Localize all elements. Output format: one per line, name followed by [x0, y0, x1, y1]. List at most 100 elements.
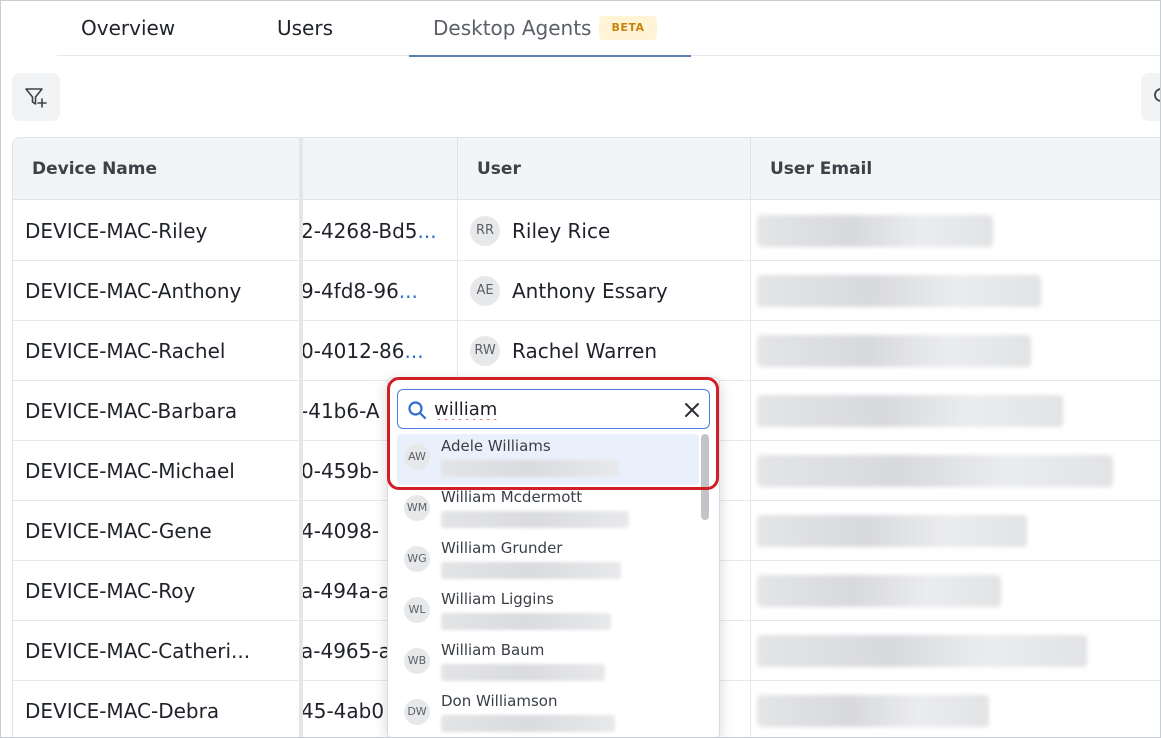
filter-add-icon: [25, 88, 47, 108]
device-name-cell: DEVICE-MAC-Riley: [25, 219, 208, 243]
table-header: Device Name User User Email: [13, 138, 1160, 200]
user-name: Riley Rice: [512, 219, 611, 243]
avatar: RW: [470, 336, 500, 366]
column-header-device-id[interactable]: [301, 138, 457, 200]
user-option-name: William Grunder: [441, 539, 563, 557]
user-option[interactable]: WL William Liggins: [397, 587, 699, 638]
device-id-text: 0-459b-: [301, 459, 380, 483]
table-row[interactable]: DEVICE-MAC-Anthony 9-4fd8-96... AE Anthon…: [13, 261, 1160, 321]
device-name-cell: DEVICE-MAC-Anthony: [25, 279, 242, 303]
device-id-more-link[interactable]: ...: [417, 219, 436, 243]
avatar: RR: [470, 216, 500, 246]
tab-users[interactable]: Users: [277, 1, 333, 56]
tab-label: Desktop Agents: [433, 16, 592, 40]
redacted-email: [441, 511, 629, 528]
avatar: WG: [404, 546, 430, 572]
redacted-email: [757, 455, 1113, 487]
user-email-cell: [750, 441, 1160, 501]
user-cell: RR Riley Rice: [457, 201, 750, 261]
user-option-name: William Liggins: [441, 590, 554, 608]
avatar: WM: [404, 495, 430, 521]
device-id-text: 0-4012-86: [301, 339, 405, 363]
user-option[interactable]: AW Adele Williams: [397, 434, 699, 485]
avatar: DW: [404, 699, 430, 725]
avatar: AE: [470, 276, 500, 306]
user-option[interactable]: WM William Mcdermott: [397, 485, 699, 536]
tab-desktop-agents[interactable]: Desktop Agents BETA: [409, 1, 691, 57]
redacted-email: [757, 395, 1063, 427]
user-option-name: Adele Williams: [441, 437, 551, 455]
device-id-text: a-494a-a: [301, 579, 391, 603]
device-id-cell: 9-4fd8-96...: [301, 261, 445, 321]
user-picker-dropdown: AW Adele Williams WM William Mcdermott W…: [387, 377, 720, 737]
dropdown-scrollbar[interactable]: [700, 434, 710, 734]
column-header-device-name[interactable]: Device Name: [13, 138, 301, 200]
sticky-column-divider: [299, 138, 303, 737]
user-search-box: [397, 389, 710, 429]
redacted-email: [757, 695, 989, 727]
user-email-cell: [750, 381, 1160, 441]
device-id-text: 9-4fd8-96: [301, 279, 399, 303]
redacted-email: [441, 664, 605, 681]
search-icon: [408, 401, 427, 420]
user-email-cell: [750, 321, 1160, 381]
tab-label: Overview: [81, 16, 176, 40]
device-id-cell: 0-4012-86...: [301, 321, 445, 381]
device-id-text: 45-4ab0: [301, 699, 385, 723]
table-row[interactable]: DEVICE-MAC-Rachel 0-4012-86... RW Rachel …: [13, 321, 1160, 381]
close-icon[interactable]: [682, 400, 702, 420]
user-email-cell: [750, 561, 1160, 621]
search-icon: [1154, 88, 1160, 102]
avatar: WL: [404, 597, 430, 623]
tab-label: Users: [277, 16, 334, 40]
device-id-cell: 2-4268-Bd5...: [301, 201, 445, 261]
device-id-more-link[interactable]: ...: [399, 279, 418, 303]
redacted-email: [441, 562, 621, 579]
user-search-input[interactable]: [434, 394, 674, 424]
user-name: Rachel Warren: [512, 339, 657, 363]
user-name: Anthony Essary: [512, 279, 668, 303]
redacted-email: [757, 575, 1001, 607]
redacted-email: [757, 335, 1031, 367]
redacted-email: [757, 275, 1041, 307]
device-id-text: 4-4098-: [301, 519, 380, 543]
search-toggle-button[interactable]: [1141, 73, 1160, 121]
tab-bar: Overview Users Desktop Agents BETA: [57, 1, 1160, 57]
device-id-text: 2-4268-Bd5: [301, 219, 418, 243]
beta-badge: BETA: [599, 15, 657, 40]
user-cell: AE Anthony Essary: [457, 261, 750, 321]
table-row[interactable]: DEVICE-MAC-Riley 2-4268-Bd5... RR Riley R…: [13, 201, 1160, 261]
device-id-more-link[interactable]: ...: [405, 339, 424, 363]
user-option[interactable]: DW Don Williamson: [397, 689, 699, 737]
scrollbar-thumb[interactable]: [701, 434, 709, 520]
redacted-email: [757, 635, 1087, 667]
user-email-cell: [750, 261, 1160, 321]
device-name-cell: DEVICE-MAC-Catheri...: [25, 639, 251, 663]
redacted-email: [441, 715, 615, 732]
device-name-cell: DEVICE-MAC-Gene: [25, 519, 212, 543]
column-header-user[interactable]: User: [457, 138, 750, 200]
tab-overview[interactable]: Overview: [81, 1, 175, 56]
column-header-user-email[interactable]: User Email: [750, 138, 1160, 200]
app-window: Overview Users Desktop Agents BETA Device…: [0, 0, 1161, 738]
user-option-name: Don Williamson: [441, 692, 558, 710]
redacted-email: [441, 613, 611, 630]
add-filter-button[interactable]: [12, 73, 60, 121]
device-id-text: a-4965-a: [301, 639, 391, 663]
avatar: AW: [404, 444, 430, 470]
device-name-cell: DEVICE-MAC-Michael: [25, 459, 235, 483]
device-name-cell: DEVICE-MAC-Barbara: [25, 399, 238, 423]
device-name-cell: DEVICE-MAC-Debra: [25, 699, 220, 723]
user-email-cell: [750, 501, 1160, 561]
redacted-email: [757, 215, 993, 247]
user-option[interactable]: WB William Baum: [397, 638, 699, 689]
device-name-cell: DEVICE-MAC-Roy: [25, 579, 196, 603]
redacted-email: [757, 515, 1027, 547]
device-name-cell: DEVICE-MAC-Rachel: [25, 339, 226, 363]
user-email-cell: [750, 201, 1160, 261]
user-cell: RW Rachel Warren: [457, 321, 750, 381]
user-option-name: William Baum: [441, 641, 545, 659]
device-id-text: -41b6-A: [301, 399, 380, 423]
user-option-name: William Mcdermott: [441, 488, 583, 506]
user-option[interactable]: WG William Grunder: [397, 536, 699, 587]
